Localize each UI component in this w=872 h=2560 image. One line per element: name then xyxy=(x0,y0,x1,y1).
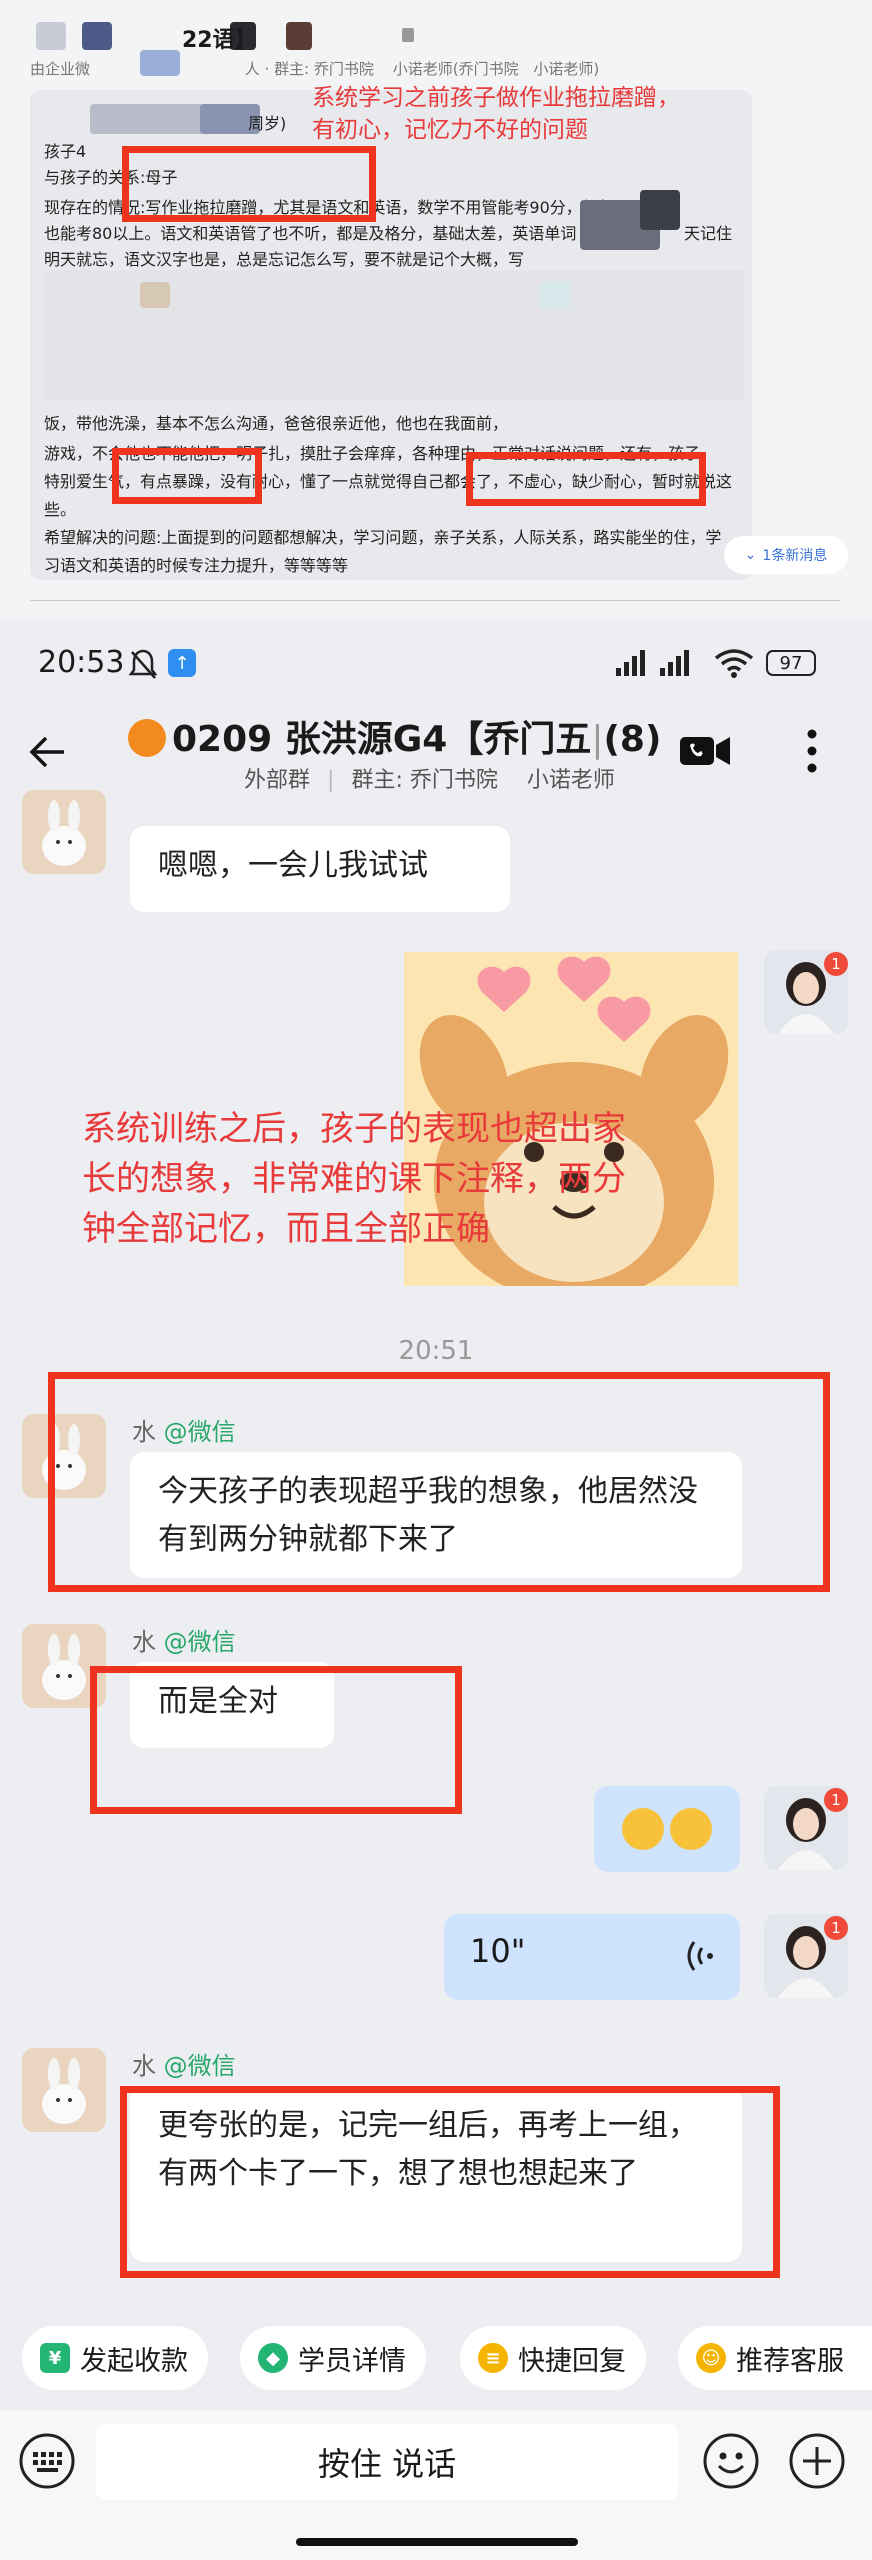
form-line: 习语文和英语的时候专注力提升，等等等等 xyxy=(44,556,349,575)
sender-name: 水 @微信 xyxy=(132,1622,236,1657)
form-line: 些。 xyxy=(44,500,77,519)
hold-to-talk-button[interactable]: 按住 说话 xyxy=(96,2424,678,2500)
sender-name-text: 水 xyxy=(132,1628,156,1656)
quick-recommend-agent-button[interactable]: ☺ 推荐客服 xyxy=(678,2326,872,2390)
voice-duration: 10" xyxy=(470,1932,526,1970)
unread-badge: 1 xyxy=(824,1916,848,1940)
quick-action-label: 学员详情 xyxy=(298,2345,406,2377)
plus-icon[interactable] xyxy=(788,2432,846,2494)
new-messages-label: 1条新消息 xyxy=(762,548,828,564)
lock-icon xyxy=(402,28,414,42)
sender-name: 水 @微信 xyxy=(132,2046,236,2081)
annotation-line: 长的想象，非常难的课下注释，两分 xyxy=(82,1159,626,1199)
message-icon: ≡ xyxy=(478,2343,508,2373)
mosaic-block xyxy=(640,190,680,230)
thinking-face-icon xyxy=(622,1808,664,1850)
wifi-icon xyxy=(714,648,754,682)
form-line: 明天就忘，语文汉字也是，总是忘记怎么写，要不就是记个大概，写 xyxy=(44,250,525,269)
form-line: 孩子4 xyxy=(44,142,87,161)
thinking-face-icon xyxy=(670,1808,712,1850)
mosaic-block xyxy=(36,22,66,50)
emoji-icon[interactable] xyxy=(702,2432,760,2494)
shield-yen-icon: ¥ xyxy=(40,2343,70,2373)
group-owner-label: 群主: 乔门书院 xyxy=(351,768,498,793)
unread-badge: 1 xyxy=(824,952,848,976)
chat-subtitle: 外部群 | 群主: 乔门书院 小诺老师 xyxy=(244,762,615,794)
app-notification-icon: ↑ xyxy=(168,649,196,677)
red-annotation-top: 系统学习之前孩子做作业拖拉磨蹭， 有初心，记忆力不好的问题 xyxy=(312,82,680,146)
annotation-line: 系统学习之前孩子做作业拖拉磨蹭， xyxy=(312,85,680,111)
highlight-box xyxy=(112,448,262,504)
highlight-box xyxy=(120,2086,780,2278)
quick-reply-button[interactable]: ≡ 快捷回复 xyxy=(460,2326,646,2390)
double-chevron-down-icon: ⌄ xyxy=(744,547,757,563)
subtitle-part: 人 · 群主: 乔门书院 xyxy=(244,60,374,78)
status-time: 20:53 xyxy=(38,645,125,680)
quick-student-details-button[interactable]: ◆ 学员详情 xyxy=(240,2326,426,2390)
orange-emoji-icon xyxy=(128,719,166,757)
annotation-line: 系统训练之后，孩子的表现也超出家 xyxy=(82,1109,626,1149)
unread-badge: 1 xyxy=(824,1788,848,1812)
time-divider: 20:51 xyxy=(398,1336,474,1366)
person-icon: ◆ xyxy=(258,2343,288,2373)
age-text: 周岁) xyxy=(248,114,287,133)
new-messages-button[interactable]: ⌄ 1条新消息 xyxy=(724,536,848,574)
highlight-box xyxy=(122,146,376,222)
form-line: 也能考80以上。语文和英语管了也不听，都是及格分，基础太差，英语单词 xyxy=(44,224,577,243)
mosaic-block xyxy=(82,22,112,50)
subtitle-part: 小诺老师(乔门书院 xyxy=(392,60,519,78)
message-bubble[interactable]: 嗯嗯，一会儿我试试 xyxy=(130,826,510,912)
separator: | xyxy=(327,768,335,793)
voice-message-bubble[interactable]: 10" xyxy=(444,1914,740,2000)
top-group-title: 22语】 xyxy=(182,28,257,53)
red-annotation-middle: 系统训练之后，孩子的表现也超出家 长的想象，非常难的课下注释，两分 钟全部记忆，… xyxy=(82,1104,626,1254)
sender-avatar[interactable] xyxy=(22,790,106,874)
keyboard-icon[interactable] xyxy=(18,2432,76,2494)
mosaic-block xyxy=(540,282,570,308)
form-line: 饭，带他洗澡，基本不怎么沟通，爸爸很亲近他，他也在我面前， xyxy=(44,414,509,433)
battery-icon: 97 xyxy=(766,650,816,676)
video-call-icon[interactable] xyxy=(680,735,730,771)
member-count: (8) xyxy=(603,719,662,760)
quick-action-label: 发起收款 xyxy=(80,2345,188,2377)
battery-level: 97 xyxy=(779,652,803,674)
more-options-icon[interactable] xyxy=(806,726,818,780)
mute-bell-icon xyxy=(128,648,158,686)
earlier-chat-screenshot: 22语】 由企业微 人 · 群主: 乔门书院 小诺老师(乔门书院 小诺老师) 周… xyxy=(0,0,872,620)
sender-avatar[interactable] xyxy=(22,2048,106,2132)
mosaic-block xyxy=(140,282,170,308)
subtitle-part: 由企业微 xyxy=(30,60,91,78)
top-toolbar xyxy=(30,600,840,620)
top-subtitle: 由企业微 人 · 群主: 乔门书院 小诺老师(乔门书院 小诺老师) xyxy=(30,58,599,79)
sender-platform: @微信 xyxy=(163,1628,236,1656)
teacher-label: 小诺老师 xyxy=(526,768,615,793)
form-line: 天记住 xyxy=(680,220,733,244)
quick-collect-payment-button[interactable]: ¥ 发起收款 xyxy=(22,2326,208,2390)
my-emoji-bubble[interactable] xyxy=(594,1786,740,1872)
annotation-line: 钟全部记忆，而且全部正确 xyxy=(82,1209,490,1249)
voice-wave-icon xyxy=(684,1938,714,1978)
quick-action-label: 推荐客服 xyxy=(736,2345,844,2377)
home-indicator xyxy=(296,2538,578,2546)
quick-action-label: 快捷回复 xyxy=(518,2345,626,2377)
title-cursor: | xyxy=(591,719,604,760)
chat-title-text: 0209 张洪源G4【乔门五 xyxy=(172,719,592,760)
agent-icon: ☺ xyxy=(696,2343,726,2373)
highlight-box xyxy=(90,1666,462,1814)
annotation-line: 有初心，记忆力不好的问题 xyxy=(312,117,588,143)
signal-icon xyxy=(616,648,700,682)
highlight-box xyxy=(48,1372,830,1592)
form-line: 希望解决的问题:上面提到的问题都想解决，学习问题，亲子关系，人际关系，路实能坐的… xyxy=(44,528,722,547)
chat-title: 0209 张洪源G4【乔门五|(8) xyxy=(128,710,661,762)
external-group-label: 外部群 xyxy=(244,768,311,793)
highlight-box xyxy=(466,452,706,506)
back-arrow-icon[interactable] xyxy=(28,732,68,772)
sender-name-text: 水 xyxy=(132,2052,156,2080)
sender-platform: @微信 xyxy=(163,2052,236,2080)
mosaic-block xyxy=(286,22,312,50)
subtitle-part: 小诺老师) xyxy=(533,60,600,78)
